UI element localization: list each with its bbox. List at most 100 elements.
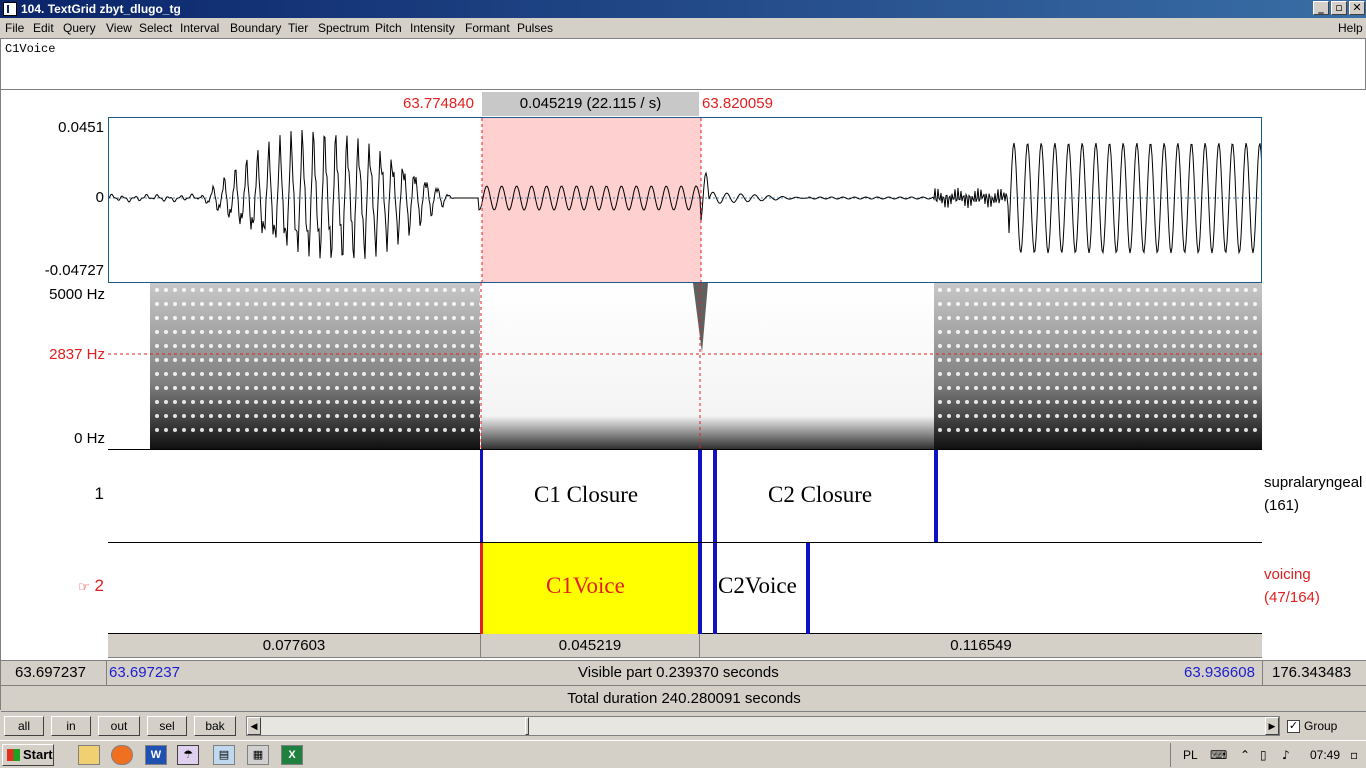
interval-c1-closure[interactable]: C1 Closure	[534, 482, 638, 508]
tier-pointer-icon: ☞	[78, 580, 90, 595]
interval-c2-closure[interactable]: C2 Closure	[768, 482, 872, 508]
windows-logo-icon	[7, 749, 20, 761]
total-duration-bar[interactable]: Total duration 240.280091 seconds	[1, 686, 1366, 712]
tier-2-count: (47/164)	[1264, 589, 1320, 606]
firefox-icon[interactable]	[111, 745, 133, 765]
tier-boundary[interactable]	[698, 450, 702, 543]
menu-edit[interactable]: Edit	[33, 21, 54, 35]
word-icon[interactable]: W	[145, 745, 167, 765]
visible-start-time[interactable]: 63.697237	[109, 661, 180, 685]
time-scrollbar[interactable]: ◀ ▶	[246, 716, 1280, 736]
menu-spectrum[interactable]: Spectrum	[318, 21, 369, 35]
menu-select[interactable]: Select	[139, 21, 172, 35]
tier-2-number-label: 2	[94, 576, 104, 595]
scroll-left-arrow-icon[interactable]: ◀	[247, 717, 261, 735]
tray-expand-icon[interactable]: ⌃	[1240, 741, 1250, 768]
excel-icon[interactable]: X	[281, 745, 303, 765]
notification-icon[interactable]: ▫	[1350, 741, 1358, 768]
tier-boundary[interactable]	[934, 450, 938, 543]
waveform-plot	[109, 118, 1261, 282]
close-button[interactable]: ✕	[1349, 1, 1365, 15]
menu-pulses[interactable]: Pulses	[517, 21, 553, 35]
window-start-time[interactable]: 63.697237	[15, 661, 86, 685]
editor-area[interactable]: 63.774840 0.045219 (22.115 / s) 63.82005…	[0, 90, 1366, 712]
menu-pitch[interactable]: Pitch	[375, 21, 402, 35]
duration-selection[interactable]: 0.045219	[481, 634, 700, 658]
spectral-harmonics-c1	[150, 283, 480, 433]
interval-c1voice[interactable]: C1Voice	[546, 573, 625, 599]
keyboard-icon[interactable]: ⌨	[1210, 741, 1227, 768]
interval-durations-bar: 0.077603 0.045219 0.116549	[108, 634, 1262, 658]
notepad-icon[interactable]: ▤	[213, 745, 235, 765]
tier-2-name: voicing	[1264, 566, 1311, 583]
tier-1-count: (161)	[1264, 497, 1300, 514]
tier-boundary-selected[interactable]	[480, 543, 483, 634]
tier-1-name: supralaryngeal	[1264, 474, 1363, 491]
tier-boundary[interactable]	[480, 450, 483, 543]
interval-text-field[interactable]: C1Voice	[0, 38, 1366, 90]
start-label: Start	[23, 747, 53, 762]
app-icon	[3, 2, 17, 16]
menu-intensity[interactable]: Intensity	[410, 21, 455, 35]
spectrogram-panel[interactable]	[108, 283, 1262, 449]
volume-icon[interactable]: ♪	[1282, 741, 1290, 768]
zoom-sel-button[interactable]: sel	[147, 716, 187, 736]
zoom-all-button[interactable]: all	[4, 716, 44, 736]
tier-1-number[interactable]: 1	[6, 484, 104, 504]
menu-bar: File Edit Query View Select Interval Bou…	[0, 18, 1366, 38]
selection-duration-label: 0.045219 (22.115 / s)	[519, 95, 662, 112]
calculator-icon[interactable]: ▦	[247, 745, 269, 765]
window-title: 104. TextGrid zbyt_dlugo_tg	[21, 2, 181, 16]
visible-end-time[interactable]: 63.936608	[1184, 661, 1255, 685]
start-button[interactable]: Start	[2, 744, 54, 766]
tier-boundary[interactable]	[713, 450, 717, 543]
zoom-back-button[interactable]: bak	[194, 716, 236, 736]
tier-2-number[interactable]: ☞ 2	[6, 576, 104, 596]
selection-highlight	[482, 118, 701, 282]
menu-interval[interactable]: Interval	[180, 21, 219, 35]
duration-right[interactable]: 0.116549	[700, 634, 1262, 658]
selection-duration[interactable]: 0.045219 (22.115 / s)	[482, 92, 699, 116]
restore-button[interactable]: ▫	[1331, 1, 1347, 15]
interval-c2voice[interactable]: C2Voice	[718, 573, 797, 599]
menu-formant[interactable]: Formant	[465, 21, 510, 35]
waveform-max-label: 0.0451	[58, 119, 104, 136]
total-duration-label: Total duration 240.280091 seconds	[567, 690, 801, 707]
menu-help[interactable]: Help	[1338, 21, 1363, 35]
menu-query[interactable]: Query	[63, 21, 96, 35]
menu-view[interactable]: View	[106, 21, 132, 35]
taskbar: Start W ☂ ▤ ▦ X PL ⌨ ⌃ ▯ ♪ 07:49 ▫	[0, 740, 1366, 768]
waveform-min-label: -0.04727	[44, 262, 104, 279]
visible-part-bar: 63.697237 63.697237 Visible part 0.23937…	[1, 660, 1366, 686]
scroll-thumb[interactable]	[525, 717, 529, 735]
spectral-harmonics-c2	[934, 283, 1262, 433]
scroll-right-arrow-icon[interactable]: ▶	[1265, 717, 1279, 735]
menu-boundary[interactable]: Boundary	[230, 21, 281, 35]
group-label: Group	[1304, 719, 1338, 733]
tier-boundary[interactable]	[698, 543, 702, 634]
language-indicator[interactable]: PL	[1183, 741, 1198, 768]
clock[interactable]: 07:49	[1310, 741, 1340, 768]
tier-voicing[interactable]: C1Voice C2Voice	[108, 542, 1262, 634]
waveform-panel[interactable]	[108, 117, 1262, 283]
menu-file[interactable]: File	[5, 21, 24, 35]
spectral-energy-closure	[481, 283, 700, 449]
praat-icon[interactable]: ☂	[177, 745, 199, 765]
tier-supralaryngeal[interactable]: C1 Closure C2 Closure	[108, 449, 1262, 543]
spectrogram-bottom-label: 0 Hz	[74, 430, 105, 447]
tier-boundary[interactable]	[713, 543, 717, 634]
tier-boundary[interactable]	[806, 543, 810, 634]
menu-tier[interactable]: Tier	[288, 21, 308, 35]
explorer-icon[interactable]	[78, 745, 100, 765]
zoom-in-button[interactable]: in	[51, 716, 91, 736]
remaining-time[interactable]: 176.343483	[1272, 661, 1351, 685]
minimize-button[interactable]: _	[1313, 1, 1329, 15]
spectrogram-plot	[108, 283, 1262, 449]
visible-part-label[interactable]: Visible part 0.239370 seconds	[578, 661, 779, 685]
spectrogram-cursor-label: 2837 Hz	[49, 346, 105, 363]
group-checkbox[interactable]: ✓	[1287, 720, 1300, 733]
zoom-out-button[interactable]: out	[98, 716, 140, 736]
duration-left[interactable]: 0.077603	[108, 634, 481, 658]
spectral-energy-gap	[700, 283, 934, 449]
battery-icon[interactable]: ▯	[1260, 741, 1267, 768]
